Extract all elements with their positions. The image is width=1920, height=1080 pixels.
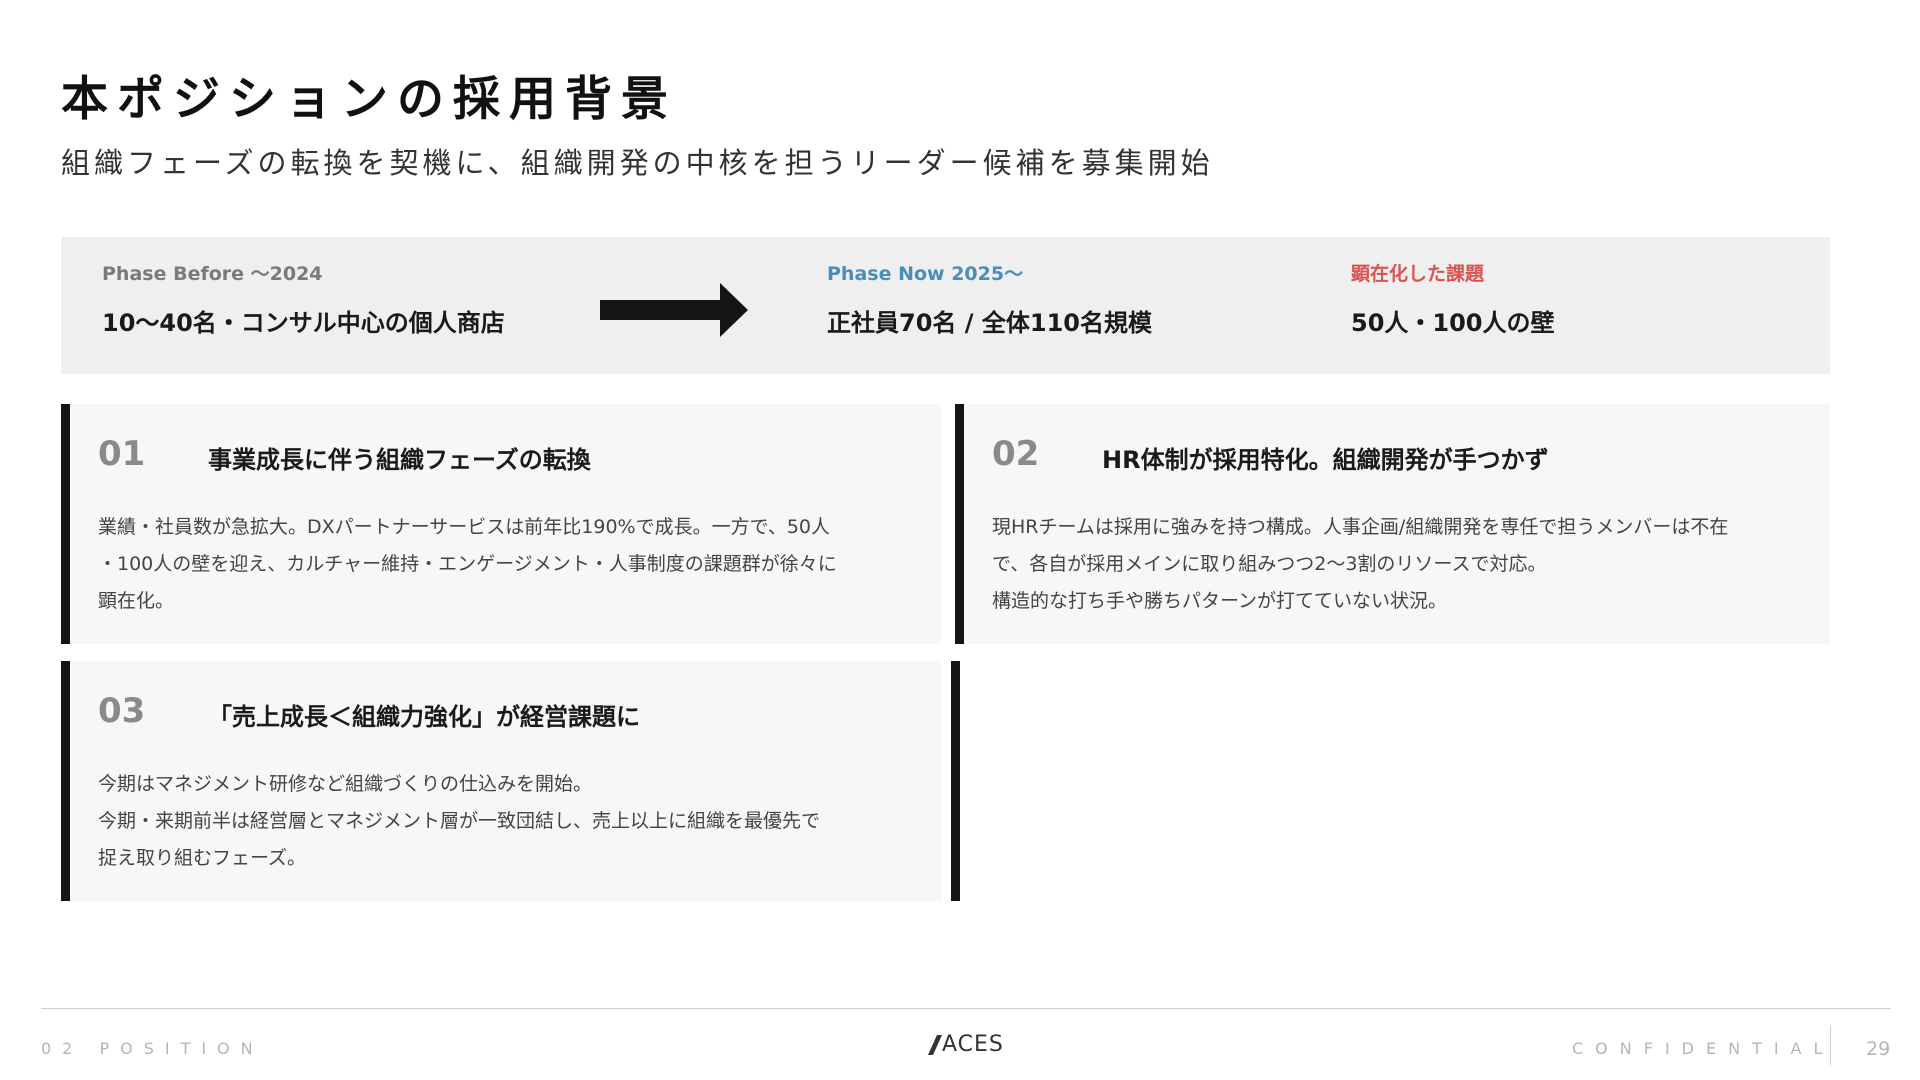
footer-divider — [1830, 1025, 1831, 1065]
phase-band: Phase Before ～2024 10～40名・コンサル中心の個人商店 Ph… — [61, 237, 1830, 374]
footer-confidential: CONFIDENTIAL — [1572, 1039, 1835, 1058]
slash-logo-icon — [928, 1034, 942, 1055]
card-number: 03 — [98, 691, 146, 731]
card-title: HR体制が採用特化。組織開発が手つかず — [1102, 446, 1549, 474]
card-01: 01 事業成長に伴う組織フェーズの転換 業績・社員数が急拡大。DXパートナーサー… — [61, 404, 941, 644]
card-body-line: 業績・社員数が急拡大。DXパートナーサービスは前年比190%で成長。一方で、50… — [98, 516, 831, 538]
card-body: 現HRチームは採用に強みを持つ構成。人事企画/組織開発を専任で担うメンバーは不在… — [992, 509, 1812, 620]
arrow-right-icon — [600, 283, 748, 337]
phase-before-value: 10～40名・コンサル中心の個人商店 — [102, 309, 505, 337]
phase-now-value: 正社員70名 / 全体110名規模 — [827, 309, 1152, 337]
phase-before-label: Phase Before ～2024 — [102, 263, 323, 285]
card-03: 03 「売上成長＜組織力強化」が経営課題に 今期はマネジメント研修など組織づくり… — [61, 661, 941, 901]
card-04-accent-bar — [951, 661, 960, 901]
card-body-line: 現HRチームは採用に強みを持つ構成。人事企画/組織開発を専任で担うメンバーは不在 — [992, 516, 1729, 538]
footer-section-label: 02 POSITION — [41, 1039, 264, 1058]
card-02: 02 HR体制が採用特化。組織開発が手つかず 現HRチームは採用に強みを持つ構成… — [955, 404, 1830, 644]
card-body: 業績・社員数が急拡大。DXパートナーサービスは前年比190%で成長。一方で、50… — [98, 509, 923, 620]
phase-issue-value: 50人・100人の壁 — [1351, 309, 1555, 337]
card-body: 今期はマネジメント研修など組織づくりの仕込みを開始。 今期・来期前半は経営層とマ… — [98, 766, 923, 877]
card-body-line: で、各自が採用メインに取り組みつつ2～3割のリソースで対応。 — [992, 553, 1547, 575]
footer-logo: ACES — [928, 1032, 1004, 1057]
card-body-line: 今期はマネジメント研修など組織づくりの仕込みを開始。 — [98, 773, 593, 795]
footer-rule — [41, 1008, 1891, 1009]
page-subtitle: 組織フェーズの転換を契機に、組織開発の中核を担うリーダー候補を募集開始 — [61, 146, 1214, 180]
page-title: 本ポジションの採用背景 — [61, 72, 677, 127]
card-body-line: 構造的な打ち手や勝ちパターンが打てていない状況。 — [992, 590, 1448, 612]
card-body-line: 捉え取り組むフェーズ。 — [98, 847, 307, 869]
card-body-line: ・100人の壁を迎え、カルチャー維持・エンゲージメント・人事制度の課題群が徐々に — [98, 553, 837, 575]
card-body-line: 今期・来期前半は経営層とマネジメント層が一致団結し、売上以上に組織を最優先で — [98, 810, 821, 832]
phase-issue-label: 顕在化した課題 — [1351, 263, 1485, 285]
card-title: 事業成長に伴う組織フェーズの転換 — [208, 446, 591, 474]
card-title: 「売上成長＜組織力強化」が経営課題に — [208, 703, 640, 731]
page-number: 29 — [1866, 1038, 1891, 1060]
phase-now-label: Phase Now 2025～ — [827, 263, 1024, 285]
card-number: 01 — [98, 434, 146, 474]
card-number: 02 — [992, 434, 1040, 474]
footer-logo-text: ACES — [942, 1032, 1004, 1057]
card-body-line: 顕在化。 — [98, 590, 175, 612]
